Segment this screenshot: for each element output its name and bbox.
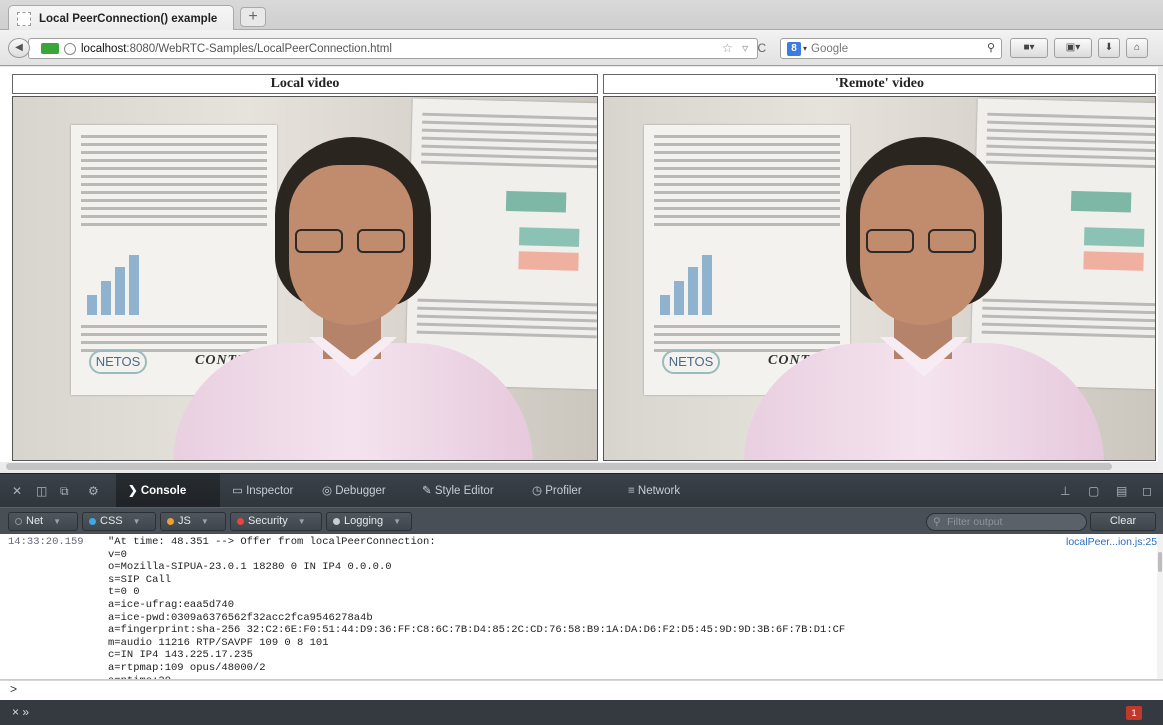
filter-logging-button[interactable]: Logging ▼: [326, 512, 412, 531]
navigation-bar: localhost:8080/WebRTC-Samples/LocalPeerC…: [0, 30, 1163, 66]
chevron-down-icon: ▼: [53, 517, 62, 526]
home-icon[interactable]: ⌂: [1126, 38, 1148, 58]
search-icon: ⚲: [933, 516, 941, 528]
gear-icon[interactable]: ⚙: [88, 484, 99, 498]
url-host: localhost: [81, 42, 127, 55]
chevron-down-icon: ▼: [200, 517, 209, 526]
message-source-link[interactable]: localPeer...ion.js:25: [1066, 536, 1157, 548]
close-devtools-icon[interactable]: ✕: [12, 484, 22, 498]
poster-bar-chart: [656, 245, 726, 315]
page-favicon-icon: [17, 11, 31, 26]
new-tab-button[interactable]: +: [240, 7, 266, 27]
url-path: :8080/WebRTC-Samples/LocalPeerConnection…: [126, 42, 392, 55]
message-timestamp: 14:33:20.159: [8, 536, 84, 548]
tab-inspector[interactable]: ▭ Inspector: [220, 474, 305, 508]
responsive-design-icon[interactable]: ▢: [1088, 484, 1099, 498]
filter-security-button[interactable]: Security ▼: [230, 512, 322, 531]
vertical-scrollbar[interactable]: [1158, 67, 1163, 471]
filter-css-button[interactable]: CSS ▼: [82, 512, 156, 531]
net-dot-icon: [15, 518, 22, 525]
css-dot-icon: [89, 518, 96, 525]
search-placeholder: Google: [811, 42, 849, 55]
camera-menu-button[interactable]: ■▾: [1010, 38, 1048, 58]
local-video-title: Local video: [12, 74, 598, 94]
tab-console[interactable]: ❯ Console: [116, 474, 220, 508]
tab-style-editor[interactable]: ✎ Style Editor: [410, 474, 506, 508]
filter-output-input[interactable]: ⚲ Filter output: [926, 513, 1087, 531]
scratchpad-icon[interactable]: ▤: [1116, 484, 1127, 498]
chevron-down-icon: ▼: [297, 517, 306, 526]
tab-bar: Local PeerConnection() example +: [0, 0, 1163, 31]
console-filter-bar: Net ▼ CSS ▼ JS ▼ Security ▼ Logging ▼ ⚲ Filter…: [0, 507, 1163, 534]
remote-video[interactable]: NETOS CONTENT: [603, 96, 1156, 461]
console-input[interactable]: >: [0, 680, 1163, 700]
local-video[interactable]: NETOS CONTENT: [12, 96, 598, 461]
person-figure: [744, 137, 1104, 460]
screen-menu-button[interactable]: ▣▾: [1054, 38, 1092, 58]
clear-button[interactable]: Clear: [1090, 512, 1156, 531]
net-os-logo: NETOS: [89, 350, 147, 374]
filter-net-button[interactable]: Net ▼: [8, 512, 78, 531]
filter-js-button[interactable]: JS ▼: [160, 512, 226, 531]
person-figure: [173, 137, 533, 460]
tab-debugger[interactable]: ◎ Debugger: [310, 474, 398, 508]
highlighter-icon[interactable]: ◻: [1142, 484, 1152, 498]
browser-tab[interactable]: Local PeerConnection() example: [8, 5, 234, 31]
remote-video-column: 'Remote' video NETOS CONTENT: [603, 74, 1156, 461]
net-os-logo: NETOS: [662, 350, 720, 374]
reload-icon[interactable]: C: [757, 41, 769, 55]
bottom-status-bar: × » 1: [0, 700, 1163, 725]
camera-sharing-icon[interactable]: [41, 43, 59, 54]
back-button[interactable]: ◀: [8, 38, 30, 58]
devtools-toolbar: ✕ ◫ ⧉ ⚙ ❯ Console ▭ Inspector ◎ Debugger…: [0, 473, 1163, 508]
message-text: "At time: 48.351 --> Offer from localPee…: [108, 536, 846, 679]
chevron-down-icon: ▼: [132, 517, 141, 526]
site-identity-icon[interactable]: [64, 42, 76, 55]
console-output[interactable]: 14:33:20.159 "At time: 48.351 --> Offer …: [0, 534, 1163, 680]
tab-network[interactable]: ≡ Network: [616, 474, 692, 508]
local-video-column: Local video NETOS CONTENT: [12, 74, 598, 461]
chevron-down-icon: ▼: [393, 517, 402, 526]
error-count-badge[interactable]: 1: [1126, 706, 1142, 720]
url-bar[interactable]: localhost:8080/WebRTC-Samples/LocalPeerC…: [28, 38, 758, 59]
bookmark-star-icon[interactable]: ☆ ▿ C: [722, 41, 769, 55]
security-dot-icon: [237, 518, 244, 525]
split-console-icon[interactable]: ⧉: [60, 484, 69, 499]
search-bar[interactable]: 8 ▾ Google ⚲: [780, 38, 1002, 59]
horizontal-scrollbar[interactable]: [0, 462, 1158, 471]
close-console-icon[interactable]: × »: [12, 705, 29, 719]
logging-dot-icon: [333, 518, 340, 525]
console-scrollbar[interactable]: [1157, 534, 1163, 679]
magnifier-icon[interactable]: ⚲: [987, 41, 995, 54]
tab-title: Local PeerConnection() example: [39, 12, 218, 25]
download-icon[interactable]: ⬇: [1098, 38, 1120, 58]
dock-icon[interactable]: ◫: [36, 484, 47, 498]
prompt-symbol: >: [10, 683, 18, 697]
tab-profiler[interactable]: ◷ Profiler: [520, 474, 594, 508]
js-dot-icon: [167, 518, 174, 525]
search-engine-dropdown-icon[interactable]: ▾: [803, 44, 807, 53]
search-engine-icon[interactable]: 8: [787, 41, 801, 56]
poster-bar-chart: [83, 245, 153, 315]
developer-toolbar-icon[interactable]: ⊥: [1060, 484, 1070, 498]
console-message: 14:33:20.159 "At time: 48.351 --> Offer …: [0, 534, 1163, 679]
page-content: Local video NETOS CONTENT: [0, 67, 1158, 465]
console-scroll-thumb[interactable]: [1158, 552, 1162, 572]
horizontal-scroll-thumb[interactable]: [6, 463, 1112, 470]
remote-video-title: 'Remote' video: [603, 74, 1156, 94]
